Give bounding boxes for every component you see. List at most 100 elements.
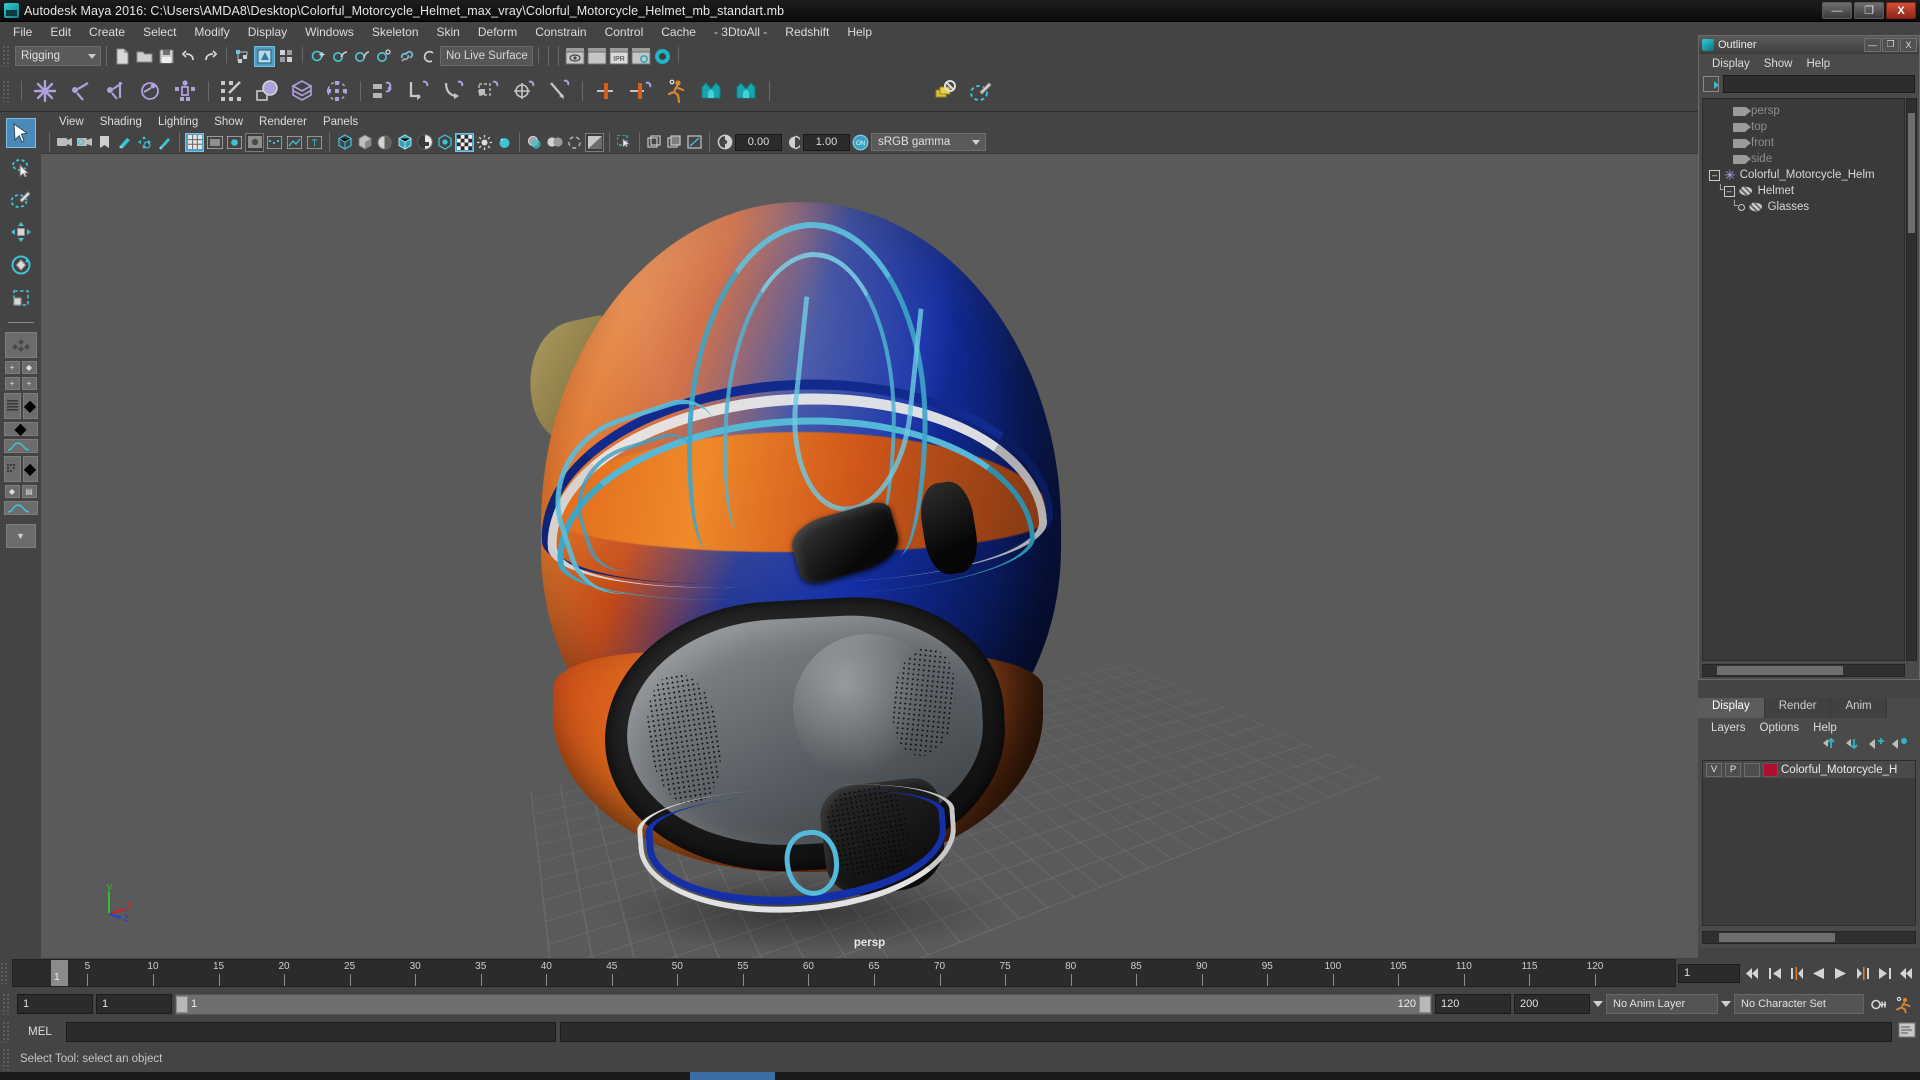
mirror-joint-icon[interactable] — [590, 75, 622, 107]
layout-more-button[interactable]: ▼ — [5, 524, 36, 548]
disable-deformers-icon[interactable] — [930, 75, 962, 107]
step-forward-keyframe-button[interactable] — [1875, 963, 1894, 983]
parent-constraint-icon[interactable] — [368, 75, 400, 107]
rotate-tool-button[interactable] — [6, 250, 36, 280]
redo-button[interactable] — [200, 46, 221, 67]
menu-edit[interactable]: Edit — [41, 23, 80, 41]
xray-mode-icon[interactable] — [645, 133, 664, 152]
layout-single-perspective-button[interactable] — [4, 332, 37, 358]
motion-blur-icon[interactable] — [565, 133, 584, 152]
tab-anim[interactable]: Anim — [1831, 698, 1887, 718]
lasso-tool-button[interactable] — [6, 151, 36, 181]
gamma-control-icon[interactable] — [783, 133, 802, 152]
snap-to-curve-button[interactable] — [330, 46, 351, 67]
time-slider-grip[interactable] — [0, 962, 9, 984]
color-space-selector[interactable]: sRGB gamma — [871, 133, 986, 151]
cluster-deformer-icon[interactable] — [321, 75, 353, 107]
scrollbar-thumb[interactable] — [1719, 933, 1835, 942]
menu-redshift[interactable]: Redshift — [776, 23, 838, 41]
outliner-menu-show[interactable]: Show — [1757, 57, 1800, 71]
menu-modify[interactable]: Modify — [185, 23, 238, 41]
outliner-item-glasses[interactable]: └ Glasses — [1703, 199, 1904, 215]
redshift-render-view-button[interactable] — [564, 46, 585, 67]
scrollbar-thumb[interactable] — [1908, 113, 1915, 233]
command-response-field[interactable] — [560, 1022, 1892, 1042]
outliner-menu-help[interactable]: Help — [1800, 57, 1838, 71]
layout-outliner-small-button[interactable]: ▤ — [21, 485, 37, 498]
layer-playback-toggle[interactable]: P — [1725, 762, 1741, 777]
playback-start-time-field[interactable]: 1 — [96, 994, 172, 1014]
snap-to-view-plane-button[interactable] — [418, 46, 439, 67]
create-joint-icon[interactable] — [29, 75, 61, 107]
use-default-lighting-icon[interactable] — [475, 133, 494, 152]
current-frame-field[interactable]: 1 — [1678, 963, 1740, 983]
point-constraint-icon[interactable] — [403, 75, 435, 107]
auto-keyframe-toggle[interactable] — [1867, 996, 1889, 1013]
step-back-keyframe-button[interactable] — [1765, 963, 1784, 983]
select-by-object-type-button[interactable] — [254, 45, 275, 67]
scale-constraint-icon[interactable] — [473, 75, 505, 107]
viewport-menu-panels[interactable]: Panels — [315, 115, 366, 129]
viewport-menu-shading[interactable]: Shading — [92, 115, 150, 129]
texture-display-icon[interactable] — [455, 132, 474, 152]
tab-display[interactable]: Display — [1698, 698, 1765, 718]
menu-3dtoall[interactable]: - 3DtoAll - — [705, 23, 776, 41]
save-scene-button[interactable] — [156, 46, 177, 67]
layer-list-horizontal-scrollbar[interactable] — [1702, 931, 1916, 944]
grease-pencil-icon[interactable] — [155, 133, 174, 152]
layout-persp-button[interactable]: ◆ — [21, 361, 37, 374]
time-slider-track[interactable]: 1 5 10 15 20 25 30 35 40 45 50 55 60 65 70 75 80 85 90 95 1… — [12, 959, 1676, 987]
layout-outliner-persp-button[interactable] — [3, 393, 21, 419]
color-management-toggle-icon[interactable]: ON — [851, 133, 870, 152]
move-layer-up-icon[interactable] — [1823, 737, 1839, 755]
menu-create[interactable]: Create — [80, 23, 134, 41]
viewport-menu-show[interactable]: Show — [206, 115, 251, 129]
pole-vector-constraint-icon[interactable] — [543, 75, 575, 107]
camera-attributes-icon[interactable] — [75, 133, 94, 152]
live-surface-field[interactable]: No Live Surface — [440, 46, 533, 66]
select-tool-button[interactable] — [5, 118, 36, 148]
resolution-gate-icon[interactable] — [225, 133, 244, 152]
exposure-control-icon[interactable] — [715, 133, 734, 152]
snap-to-point-button[interactable] — [352, 46, 373, 67]
outliner-item-group[interactable]: – ✳ Colorful_Motorcycle_Helm — [1703, 167, 1904, 183]
run-character-icon[interactable] — [660, 75, 692, 107]
command-language-label[interactable]: MEL — [18, 1026, 62, 1038]
outliner-maximize-button[interactable]: ❐ — [1882, 37, 1899, 52]
step-forward-frame-button[interactable] — [1853, 963, 1872, 983]
anim-layer-selector[interactable]: No Anim Layer — [1606, 994, 1718, 1014]
menu-select[interactable]: Select — [134, 23, 185, 41]
animation-preferences-button[interactable] — [1892, 996, 1914, 1013]
ambient-occlusion-icon[interactable] — [545, 133, 564, 152]
shelf-grip[interactable] — [2, 79, 11, 102]
layer-menu-help[interactable]: Help — [1806, 721, 1844, 735]
menu-control[interactable]: Control — [596, 23, 653, 41]
minimize-button[interactable]: — — [1822, 2, 1852, 19]
paint-select-tool-button[interactable] — [6, 184, 36, 214]
outliner-item-top[interactable]: top — [1703, 119, 1904, 135]
layer-color-swatch[interactable] — [1763, 762, 1778, 777]
viewport-menu-renderer[interactable]: Renderer — [251, 115, 315, 129]
sync-selection-icon[interactable] — [1703, 76, 1719, 92]
smooth-shade-all-icon[interactable] — [355, 133, 374, 152]
shadows-icon[interactable] — [525, 133, 544, 152]
menu-file[interactable]: File — [4, 23, 41, 41]
layout-hypershade-button[interactable] — [3, 456, 21, 482]
paint-weights-tool-icon[interactable] — [965, 75, 997, 107]
layer-visibility-toggle[interactable]: V — [1706, 762, 1722, 777]
outliner-vertical-scrollbar[interactable] — [1906, 98, 1917, 661]
menu-display[interactable]: Display — [239, 23, 296, 41]
range-slider-track[interactable]: 1 120 — [175, 993, 1432, 1015]
outliner-close-button[interactable]: X — [1900, 37, 1917, 52]
select-by-hierarchy-button[interactable] — [232, 46, 253, 67]
make-live-button[interactable] — [396, 46, 417, 67]
motorcycle-helmet-model[interactable] — [493, 182, 1133, 952]
menu-skeleton[interactable]: Skeleton — [363, 23, 428, 41]
open-scene-button[interactable] — [134, 46, 155, 67]
maximize-button[interactable]: ❐ — [1854, 2, 1884, 19]
exposure-icon[interactable] — [285, 133, 304, 152]
go-to-start-button[interactable] — [1743, 963, 1762, 983]
maya-muscle-icon-2[interactable] — [730, 75, 762, 107]
bookmark-icon[interactable] — [95, 133, 114, 152]
perspective-viewport[interactable]: persp y x z — [41, 153, 1698, 958]
